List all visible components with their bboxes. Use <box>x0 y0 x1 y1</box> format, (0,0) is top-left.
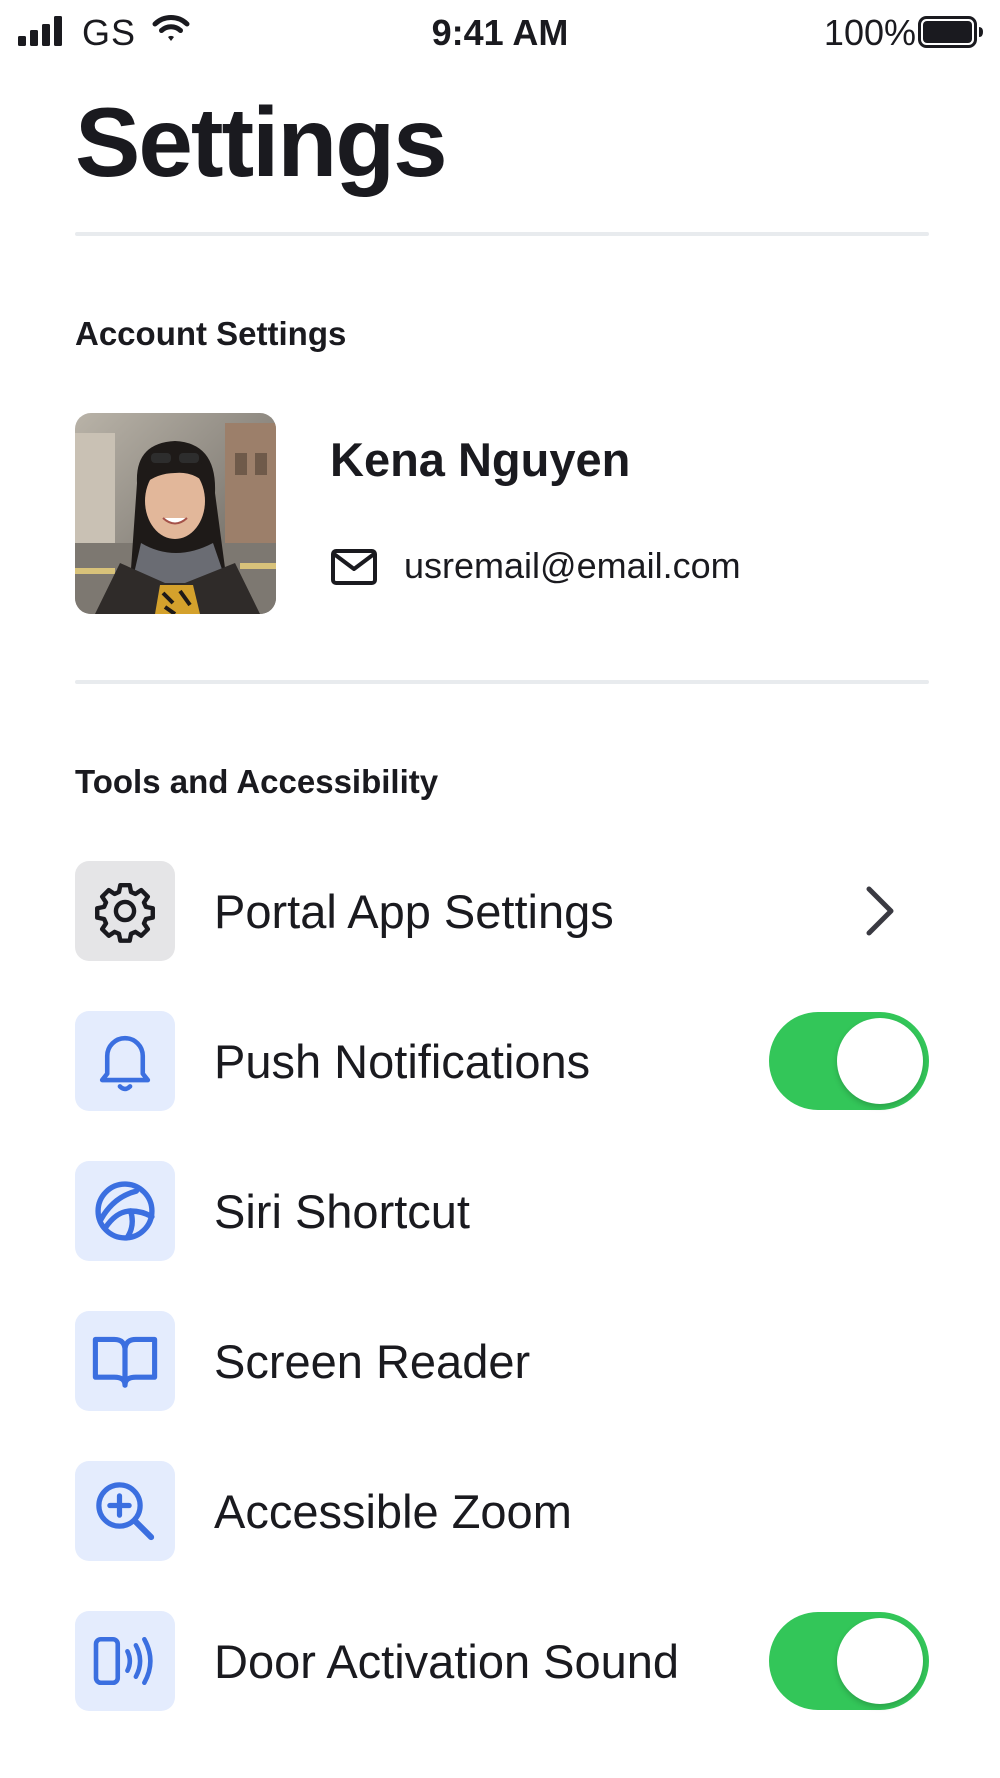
accessible-zoom-row[interactable]: Accessible Zoom <box>75 1461 929 1561</box>
battery-icon <box>918 16 983 48</box>
chevron-right-icon[interactable] <box>859 883 899 939</box>
accessible-zoom-icon-tile <box>75 1461 175 1561</box>
status-bar: GS 9:41 AM 100% <box>0 0 1000 64</box>
toggle-knob <box>837 1618 923 1704</box>
zoom-in-icon <box>96 1482 155 1541</box>
push-notifications-icon-tile <box>75 1011 175 1111</box>
push-notifications-toggle[interactable] <box>769 1012 929 1110</box>
sound-icon <box>93 1636 153 1686</box>
account-divider <box>75 680 929 684</box>
screen-reader-label: Screen Reader <box>214 1335 531 1388</box>
accessible-zoom-label: Accessible Zoom <box>214 1485 572 1538</box>
mail-icon <box>331 549 377 585</box>
page-title: Settings <box>75 87 448 197</box>
portal-app-settings-icon-tile <box>75 861 175 961</box>
push-notifications-label: Push Notifications <box>214 1035 591 1088</box>
screen-reader-icon-tile <box>75 1311 175 1411</box>
toggle-knob <box>837 1018 923 1104</box>
battery-percentage: 100% <box>823 12 916 53</box>
tools-accessibility-heading: Tools and Accessibility <box>75 763 439 800</box>
screen-reader-row[interactable]: Screen Reader <box>75 1311 929 1411</box>
book-icon <box>92 1336 158 1388</box>
title-divider <box>75 232 929 236</box>
door-activation-sound-row: Door Activation Sound <box>75 1611 929 1711</box>
siri-shortcut-row[interactable]: Siri Shortcut <box>75 1161 929 1261</box>
siri-shortcut-label: Siri Shortcut <box>214 1185 470 1238</box>
avatar[interactable] <box>75 413 276 614</box>
profile-name: Kena Nguyen <box>330 433 631 486</box>
door-activation-sound-toggle[interactable] <box>769 1612 929 1710</box>
account-settings-heading: Account Settings <box>75 315 347 352</box>
door-activation-sound-label: Door Activation Sound <box>214 1635 680 1688</box>
siri-shortcut-icon-tile <box>75 1161 175 1261</box>
profile-email: usremail@email.com <box>404 545 741 586</box>
door-activation-sound-icon-tile <box>75 1611 175 1711</box>
bell-icon <box>99 1035 151 1092</box>
gear-icon <box>95 882 155 943</box>
siri-icon <box>95 1181 155 1241</box>
portal-app-settings-label: Portal App Settings <box>214 885 614 938</box>
portal-app-settings-row[interactable]: Portal App Settings <box>75 861 929 961</box>
push-notifications-row: Push Notifications <box>75 1011 929 1111</box>
